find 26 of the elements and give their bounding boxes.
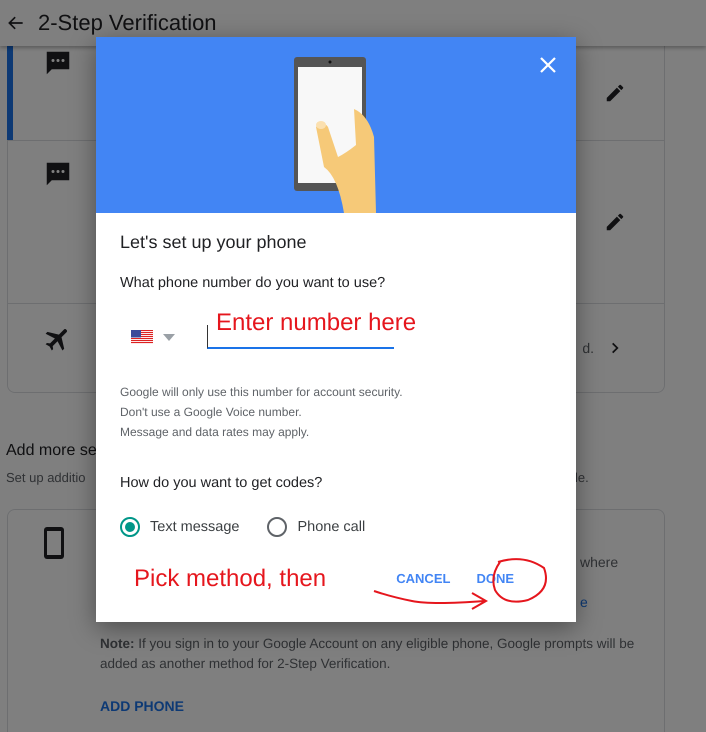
caret-icon: [163, 334, 175, 340]
pencil-icon[interactable]: [604, 211, 626, 233]
annotation-text: Enter number here: [216, 309, 416, 337]
close-button[interactable]: [538, 55, 558, 75]
phone-question: What phone number do you want to use?: [120, 275, 386, 291]
section-heading: Add more se: [6, 442, 97, 460]
add-phone-button[interactable]: ADD PHONE: [100, 698, 184, 714]
flag-icon: [131, 330, 153, 344]
info-text: Google will only use this number for account security.: [120, 385, 404, 399]
info-text: Message and data rates may apply.: [120, 425, 310, 439]
option-description: where: [580, 554, 618, 570]
note-text: Note: If you sign in to your Google Account on any eligible phone, Google prompts will be added as another method for 2-Step Verification.: [100, 635, 636, 673]
section-subtitle: Set up additio: [6, 470, 86, 485]
cancel-button[interactable]: CANCEL: [396, 571, 450, 586]
method-description: d.: [582, 340, 594, 356]
phone-icon: [43, 526, 65, 560]
method-radio[interactable]: Phone call: [267, 517, 366, 537]
pencil-icon[interactable]: [604, 82, 626, 104]
annotation-text: Pick method, then: [134, 565, 326, 593]
page-title: 2-Step Verification: [38, 10, 217, 36]
method-radio[interactable]: Text message: [120, 517, 240, 537]
learn-more-link[interactable]: e: [580, 594, 588, 610]
info-text: Don't use a Google Voice number.: [120, 405, 303, 419]
codes-question: How do you want to get codes?: [120, 475, 324, 491]
dialog-title: Let's set up your phone: [120, 232, 308, 253]
section-subtitle: le.: [575, 470, 589, 485]
